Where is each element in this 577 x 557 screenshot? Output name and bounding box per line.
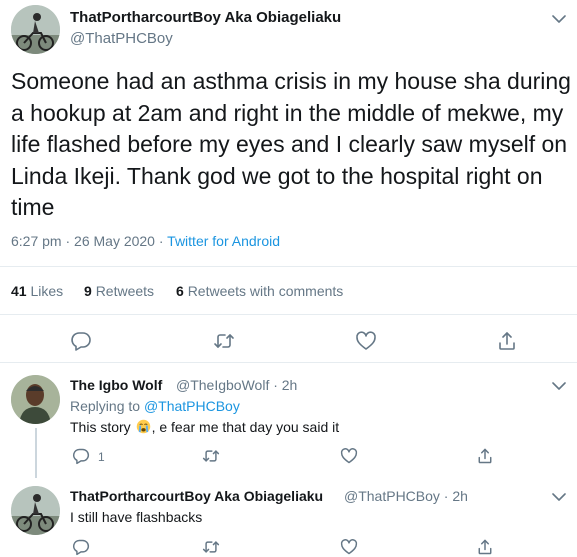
like-icon[interactable] — [355, 330, 377, 352]
author-name[interactable]: The Igbo Wolf — [70, 377, 162, 393]
tweet-timestamp[interactable]: 6:27 pm · 26 May 2020 · — [11, 233, 167, 249]
reply-icon[interactable] — [72, 447, 90, 465]
retweet-icon[interactable] — [202, 538, 220, 556]
avatar[interactable] — [11, 375, 60, 424]
chevron-down-icon[interactable] — [552, 14, 566, 24]
divider — [0, 266, 577, 267]
reply-icon[interactable] — [70, 330, 92, 352]
like-icon[interactable] — [340, 447, 358, 465]
tweet-text: I still have flashbacks — [70, 509, 203, 525]
retweet-icon[interactable] — [202, 447, 220, 465]
chevron-down-icon[interactable] — [552, 492, 566, 502]
retweets-stat[interactable]: 9 Retweets — [84, 283, 154, 299]
thread-line — [35, 428, 37, 478]
like-icon[interactable] — [340, 538, 358, 556]
author-handle[interactable]: @ThatPHCBoy — [70, 30, 173, 47]
author-name[interactable]: ThatPortharcourtBoy Aka Obiageliaku — [70, 488, 323, 504]
share-icon[interactable] — [476, 447, 494, 465]
avatar[interactable] — [11, 486, 60, 535]
chevron-down-icon[interactable] — [552, 381, 566, 391]
tweet-source[interactable]: Twitter for Android — [167, 233, 280, 249]
tweet-text: Someone had an asthma crisis in my house… — [11, 68, 571, 221]
author-handle[interactable]: @ThatPHCBoy · 2h — [344, 488, 468, 504]
tweet-meta: 6:27 pm · 26 May 2020 · Twitter for Andr… — [11, 233, 280, 249]
replying-to: Replying to @ThatPHCBoy — [70, 398, 240, 414]
author-name[interactable]: ThatPortharcourtBoy Aka Obiageliaku — [70, 9, 341, 26]
share-icon[interactable] — [496, 330, 518, 352]
share-icon[interactable] — [476, 538, 494, 556]
divider — [0, 362, 577, 363]
divider — [0, 314, 577, 315]
reply-icon[interactable] — [72, 538, 90, 556]
main-tweet: ThatPortharcourtBoy Aka Obiageliaku @Tha… — [0, 0, 577, 360]
crying-face-icon — [136, 419, 151, 434]
author-handle[interactable]: @TheIgboWolf · 2h — [176, 377, 297, 393]
tweet-text: This story , e fear me that day you said… — [70, 419, 340, 435]
quote-tweets-stat[interactable]: 6 Retweets with comments — [176, 283, 343, 299]
mention-link[interactable]: @ThatPHCBoy — [144, 398, 240, 414]
likes-stat[interactable]: 41 Likes — [11, 283, 63, 299]
retweet-icon[interactable] — [213, 330, 235, 352]
reply-count: 1 — [98, 450, 105, 464]
avatar[interactable] — [11, 5, 60, 54]
